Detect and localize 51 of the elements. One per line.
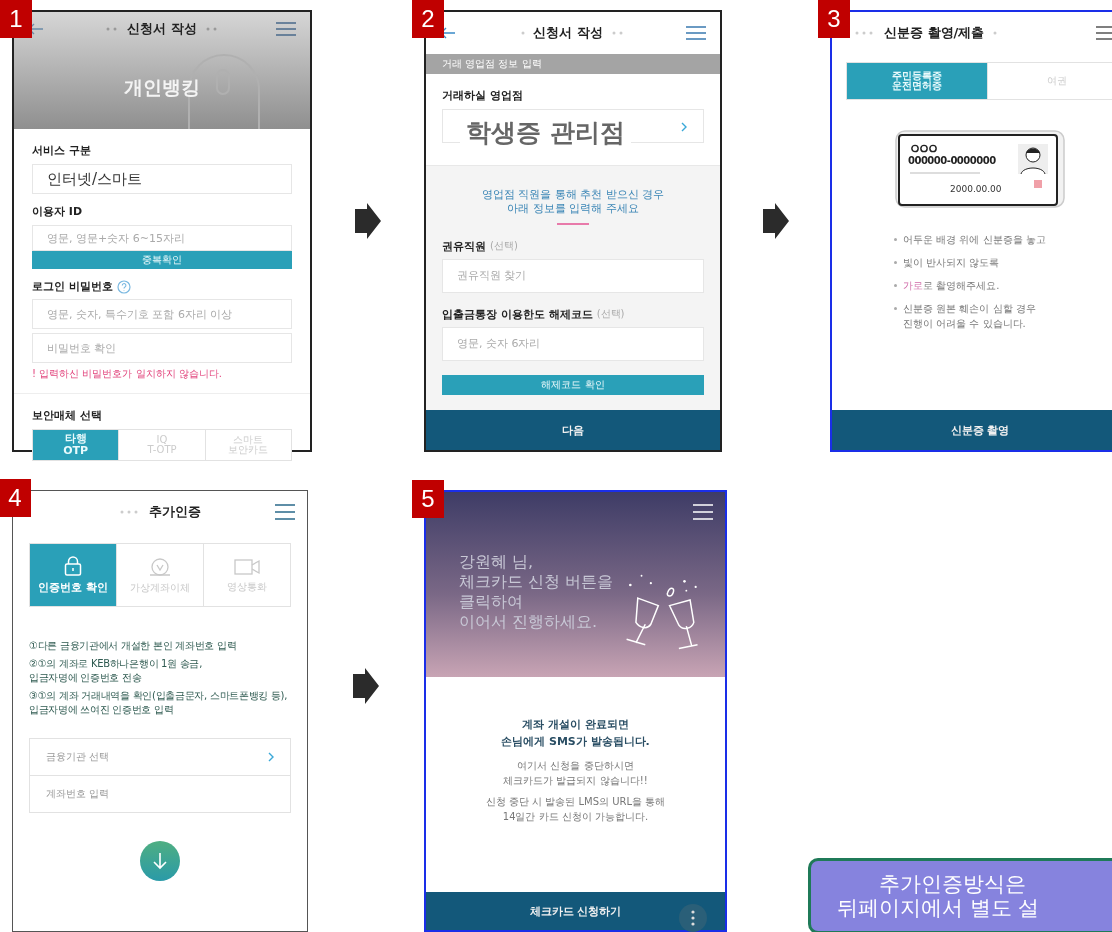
screen-title: 신청서 작성 [533,24,603,42]
field-label: 서비스 구분 [32,143,92,158]
instruction-text: 가로로 촬영해주세요. [903,279,1000,293]
capture-button[interactable]: 신분증 촬영 [832,410,1112,450]
staff-search-field[interactable]: 권유직원 찾기 [442,258,704,293]
id-input-field[interactable]: 영문, 영문+숫자 6~15자리 [32,225,292,251]
password-input-field[interactable]: 영문, 숫자, 특수기호 포함 6자리 이상 [32,299,292,329]
instruction-text: ②①의 계좌로 KEB하나은행이 1원 송금, 입금자명에 인증번호 전송 [29,656,204,685]
auth-method-tab[interactable]: 인증번호 확인 [30,544,117,606]
step-number: 5 [412,480,444,518]
id-card-drawing: 000000-0000000 2000.00.00 [898,134,1058,206]
instruction-text: 신분증 원본 훼손이 심할 경우 진행이 어려울 수 있습니다. [903,302,1036,331]
error-message: ! 입력하신 비밀번호가 일치하지 않습니다. [32,367,223,381]
screen-title: 추가인증 [149,503,201,521]
service-field[interactable]: 인터넷/스마트 [32,164,292,194]
instruction-text: ③①의 계좌 거래내역을 확인(입출금문자, 스마트폰뱅킹 등), 입금자명에 쓰여진 인증번호 입력 [29,688,289,717]
field-label: 입출금통장 이용한도 해제코드 [442,306,593,322]
field-label: 거래하실 영업점 [442,88,524,103]
notice-text: 여기서 신청을 중단하시면 체크카드가 발급되지 않습니다!! [503,759,648,788]
field-label: 이용자 ID [32,204,84,219]
section-bar: 거래 영업점 정보 입력 [426,54,720,74]
notice-text: 영업점 직원을 통해 추천 받으신 경우 아래 정보를 입력해 주세요 [480,188,666,217]
banner-title: 개인뱅킹 [124,74,200,100]
step-number: 1 [0,0,32,38]
screen-title: 신분증 촬영/제출 [884,24,985,42]
callout-text: 추가인증방식은 [878,871,1026,896]
id-type-tab[interactable]: 주민등록증 운전면허증 [847,63,988,99]
step-number: 2 [412,0,444,38]
greeting-text: 강원혜 님, 체크카드 신청 버튼을 클릭하여 이어서 진행하세요. [459,552,614,632]
screen-title: 신청서 작성 [127,20,197,38]
callout-text: 뒤페이지에서 별도 설 [837,896,1040,921]
field-label: 로그인 비밀번호 [32,279,113,294]
code-confirm-button[interactable]: 해제코드 확인 [442,374,704,395]
instruction-text: ①다른 금융기관에서 개설한 본인 계좌번호 입력 [29,639,238,653]
step-number: 4 [0,479,31,517]
bank-select-field[interactable]: 금융기관 선택 [29,737,291,776]
notice-text: 신청 중단 시 발송된 LMS의 URL을 통해 14일간 카드 신청이 가능합니다. [485,795,666,824]
next-button[interactable]: 다음 [426,410,720,450]
instruction-text: 빛이 반사되지 않도록 [903,256,1000,270]
duplicate-check-button[interactable]: 중복확인 [32,251,292,269]
code-input-field[interactable]: 영문, 숫자 6자리 [442,326,704,361]
account-number-field[interactable]: 계좌번호 입력 [29,774,291,813]
field-label: 권유직원 [442,238,486,254]
optional-tag: (선택) [490,239,518,254]
optional-tag: (선택) [596,307,625,322]
password-confirm-field[interactable]: 비밀번호 확인 [32,333,292,363]
security-tab[interactable]: 타행 OTP [33,430,120,460]
instruction-text: 어두운 배경 위에 신분증을 놓고 [903,233,1046,247]
headline-text: 계좌 개설이 완료되면 손님에게 SMS가 발송됩니다. [501,717,650,750]
field-label: 보안매체 선택 [32,408,103,423]
step-number: 3 [818,0,850,38]
